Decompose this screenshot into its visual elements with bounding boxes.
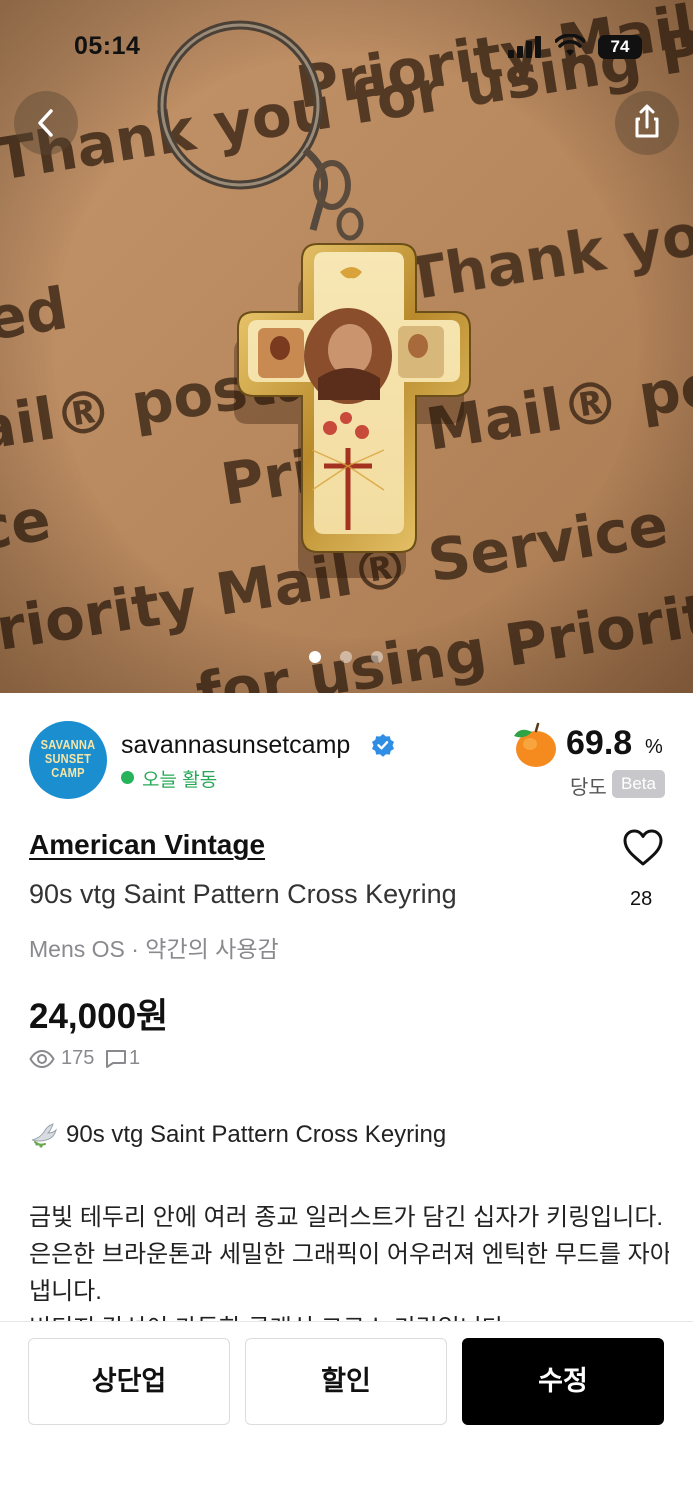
product-title: 90s vtg Saint Pattern Cross Keyring bbox=[29, 879, 457, 909]
discount-button[interactable]: 할인 bbox=[245, 1338, 447, 1425]
sweetness-label: 당도 bbox=[570, 777, 607, 799]
product-price: 24,000원 bbox=[29, 997, 169, 1036]
like-count: 28 bbox=[630, 888, 653, 910]
description-line: 금빛 테두리 안에 여러 종교 일러스트가 담긴 십자가 키링입니다. bbox=[29, 1204, 664, 1231]
peach-score-icon bbox=[514, 722, 556, 767]
chevron-left-icon bbox=[38, 109, 53, 137]
product-description: 금빛 테두리 안에 여러 종교 일러스트가 담긴 십자가 키링입니다. 은은한 … bbox=[29, 1199, 669, 1321]
view-count: 175 bbox=[61, 1047, 95, 1069]
sweetness-score-unit: % bbox=[645, 736, 663, 758]
status-bar: 05:14 74 bbox=[0, 26, 693, 66]
cellular-signal-icon bbox=[508, 36, 541, 58]
carousel-dot[interactable] bbox=[340, 651, 352, 663]
carousel-dot[interactable] bbox=[371, 651, 383, 663]
description-line: 냅니다. bbox=[29, 1278, 102, 1305]
activity-status-dot bbox=[121, 771, 134, 784]
description-line: 빈티지 감성이 가득한 클래식 크로스 키링입니다. bbox=[29, 1310, 669, 1321]
description-headline-text: 90s vtg Saint Pattern Cross Keyring bbox=[66, 1121, 447, 1148]
avatar-text-line: CAMP bbox=[51, 765, 85, 780]
product-photo: Priority Mail® Service Thank you for usi… bbox=[0, 0, 693, 693]
activity-status: 오늘 활동 bbox=[142, 770, 218, 791]
product-photo-carousel[interactable]: Priority Mail® Service Thank you for usi… bbox=[0, 0, 693, 693]
dove-icon bbox=[31, 1123, 57, 1148]
share-icon bbox=[635, 104, 659, 138]
wifi-icon bbox=[555, 34, 585, 56]
avatar-text-line: SAVANNA bbox=[40, 737, 96, 752]
share-button[interactable] bbox=[615, 91, 679, 155]
chat-icon bbox=[106, 1050, 126, 1068]
beta-badge: Beta bbox=[612, 770, 665, 798]
verified-badge-icon bbox=[372, 734, 394, 757]
battery-level: 74 bbox=[598, 35, 642, 59]
edit-button[interactable]: 수정 bbox=[462, 1338, 664, 1425]
bump-button[interactable]: 상단업 bbox=[28, 1338, 230, 1425]
sweetness-score: 69.8 bbox=[566, 724, 633, 762]
description-line: 은은한 브라운톤과 세밀한 그래픽이 어우러져 엔틱한 무드를 자아 bbox=[29, 1241, 669, 1268]
brand-link[interactable]: American Vintage bbox=[29, 829, 265, 861]
seller-name[interactable]: savannasunsetcamp bbox=[121, 731, 350, 760]
chat-count: 1 bbox=[129, 1047, 141, 1069]
product-meta: Mens OS · 약간의 사용감 bbox=[29, 936, 279, 962]
bottom-action-bar: 상단업 할인 수정 bbox=[0, 1321, 693, 1500]
like-heart-icon[interactable] bbox=[622, 828, 664, 868]
seller-avatar[interactable]: SAVANNA SUNSET CAMP bbox=[29, 721, 107, 799]
back-button[interactable] bbox=[14, 91, 78, 155]
avatar-text-line: SUNSET bbox=[44, 751, 92, 766]
carousel-indicator bbox=[0, 651, 693, 665]
carousel-dot-active[interactable] bbox=[309, 651, 321, 663]
eye-icon bbox=[29, 1049, 55, 1069]
status-time: 05:14 bbox=[74, 32, 141, 60]
